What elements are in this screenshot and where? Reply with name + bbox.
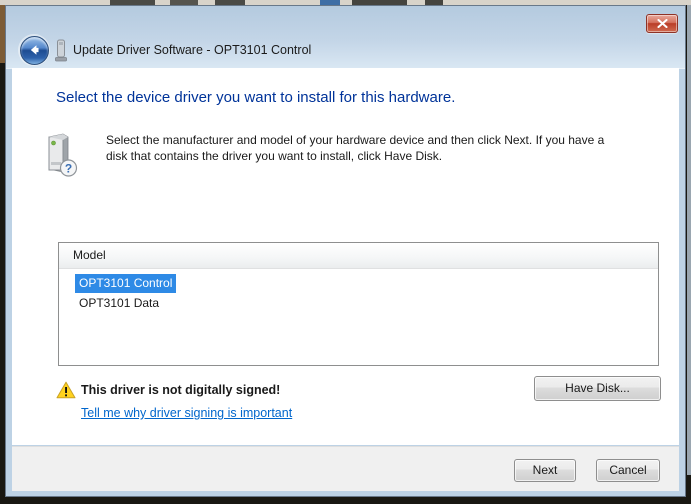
title-band bbox=[6, 6, 685, 69]
hardware-with-question-icon: ? bbox=[44, 132, 78, 183]
update-driver-wizard-dialog: Update Driver Software - OPT3101 Control… bbox=[5, 5, 686, 497]
driver-signing-info-link[interactable]: Tell me why driver signing is important bbox=[81, 406, 292, 420]
next-button[interactable]: Next bbox=[514, 459, 576, 482]
model-listbox[interactable]: Model OPT3101 Control OPT3101 Data bbox=[58, 242, 659, 366]
back-button[interactable] bbox=[18, 34, 50, 66]
instructions-line-1: Select the manufacturer and model of you… bbox=[106, 132, 604, 148]
footer-bar bbox=[12, 446, 679, 491]
model-list-items: OPT3101 Control OPT3101 Data bbox=[59, 269, 658, 313]
driver-device-icon bbox=[54, 39, 68, 69]
cancel-button[interactable]: Cancel bbox=[596, 459, 660, 482]
window-title: Update Driver Software - OPT3101 Control bbox=[73, 43, 311, 57]
close-button[interactable] bbox=[646, 14, 678, 33]
list-item-opt3101-control[interactable]: OPT3101 Control bbox=[59, 273, 658, 293]
warning-triangle-icon bbox=[56, 381, 76, 404]
model-column-header[interactable]: Model bbox=[59, 243, 658, 269]
page-title: Select the device driver you want to ins… bbox=[56, 89, 455, 106]
background-right-sliver bbox=[687, 5, 691, 475]
have-disk-button[interactable]: Have Disk... bbox=[534, 376, 661, 401]
driver-not-signed-warning: This driver is not digitally signed! bbox=[81, 383, 280, 397]
list-item-label[interactable]: OPT3101 Data bbox=[75, 294, 163, 313]
instructions-line-2: disk that contains the driver you want t… bbox=[106, 148, 604, 164]
instructions-text: Select the manufacturer and model of you… bbox=[106, 132, 604, 164]
list-item-opt3101-data[interactable]: OPT3101 Data bbox=[59, 293, 658, 313]
svg-text:?: ? bbox=[65, 162, 72, 176]
back-arrow-icon bbox=[20, 36, 49, 65]
close-x-icon bbox=[657, 15, 668, 33]
list-item-label[interactable]: OPT3101 Control bbox=[75, 274, 176, 293]
